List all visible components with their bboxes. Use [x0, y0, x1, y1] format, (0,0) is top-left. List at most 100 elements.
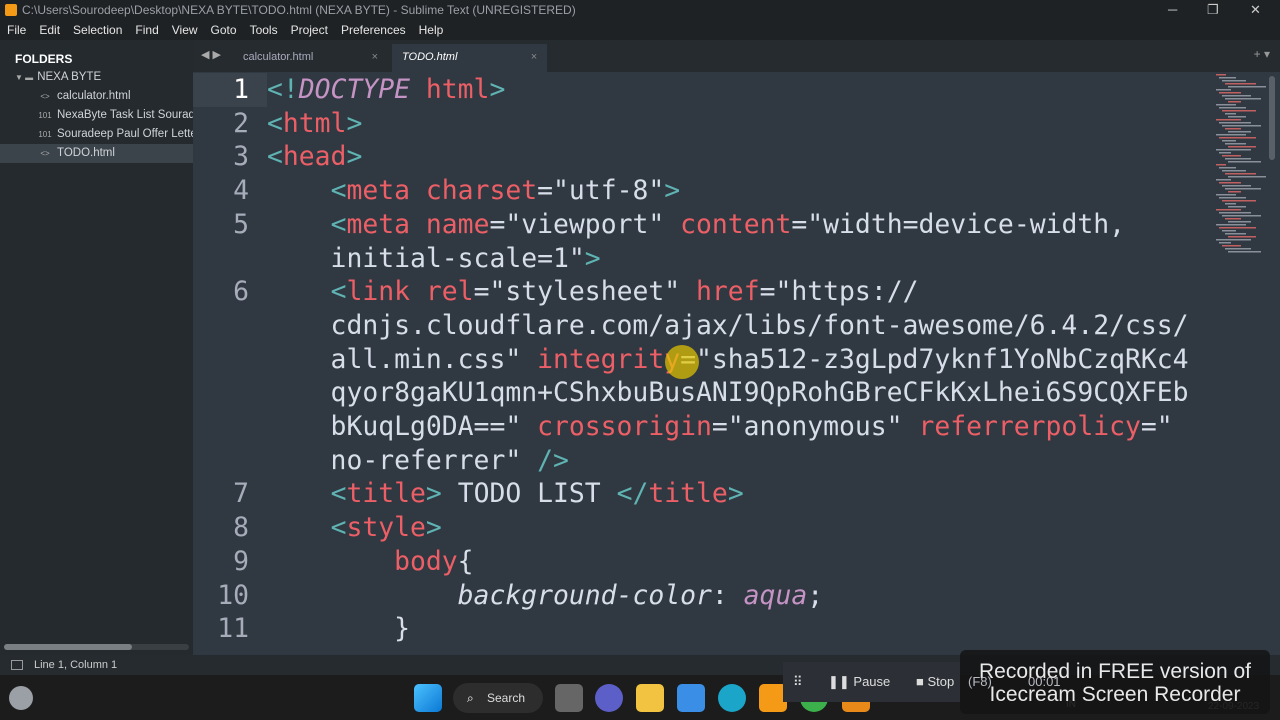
- folder-icon: ▼ ▬: [15, 73, 34, 82]
- line-number: [193, 444, 249, 478]
- code-token: ;: [807, 579, 824, 611]
- minimap[interactable]: [1210, 72, 1268, 262]
- weather-icon[interactable]: [9, 686, 33, 710]
- window-title: C:\Users\Sourodeep\Desktop\NEXA BYTE\TOD…: [22, 3, 576, 17]
- code-token: =: [759, 276, 776, 308]
- minimize-button[interactable]: ─: [1168, 0, 1177, 20]
- recorder-toolbar: ⠿ ❚❚ Pause ■ Stop (F8) 00:01: [783, 662, 1061, 702]
- teams-icon[interactable]: [595, 684, 623, 712]
- code-token: >: [727, 478, 744, 510]
- code-token: background-color: [457, 579, 712, 611]
- mouse-cursor-highlight: [665, 345, 699, 379]
- taskbar-search[interactable]: ⌕ Search: [453, 683, 543, 713]
- windows-start-icon[interactable]: [414, 684, 442, 712]
- code-line: cdnjs.cloudflare.com/ajax/libs/font-awes…: [267, 309, 1189, 343]
- line-number: [193, 343, 249, 377]
- minimap-line: [1222, 245, 1241, 247]
- sidebar-scrollbar[interactable]: [4, 644, 189, 650]
- sidebar-toggle-icon[interactable]: [11, 660, 23, 670]
- editor-scrollbar[interactable]: [1269, 76, 1275, 160]
- minimap-line: [1219, 122, 1251, 124]
- code-line: qyor8gaKU1qmn+CShxbuBusANI9QpRohGBreCFkK…: [267, 376, 1189, 410]
- file-label: TODO.html: [57, 147, 115, 159]
- code-token: "viewport": [505, 208, 681, 240]
- minimap-line: [1222, 170, 1246, 172]
- menu-file[interactable]: File: [7, 20, 26, 40]
- code-line: background-color: aqua;: [267, 579, 823, 613]
- minimap-line: [1222, 140, 1236, 142]
- tab-nav-arrows-icon[interactable]: ◀ ▶: [201, 48, 221, 61]
- file-item[interactable]: 101 NexaByte Task List Sourade: [0, 106, 193, 125]
- tab-menu-icons[interactable]: + ▾: [1254, 47, 1270, 61]
- line-number: 1: [193, 73, 267, 107]
- file-item[interactable]: <> calculator.html: [0, 87, 193, 106]
- close-tab-icon[interactable]: ×: [372, 44, 378, 70]
- menu-edit[interactable]: Edit: [39, 20, 60, 40]
- code-line: <html>: [267, 107, 362, 141]
- code-token: =: [473, 276, 490, 308]
- minimap-line: [1222, 200, 1256, 202]
- tab-calculator[interactable]: calculator.html ×: [233, 44, 388, 72]
- menu-find[interactable]: Find: [135, 20, 158, 40]
- file-item[interactable]: 101 Souradeep Paul Offer Lette: [0, 125, 193, 144]
- minimap-line: [1216, 104, 1236, 106]
- code-token: style: [346, 512, 426, 544]
- tab-todo[interactable]: TODO.html ×: [392, 44, 547, 72]
- recording-timer: 00:01: [1028, 674, 1061, 689]
- menu-help[interactable]: Help: [419, 20, 444, 40]
- code-token: "utf-8": [553, 175, 665, 207]
- search-icon: ⌕: [467, 691, 474, 705]
- code-token: "stylesheet": [489, 276, 697, 308]
- code-token: <: [267, 107, 283, 139]
- code-line: no-referrer" />: [267, 444, 569, 478]
- edge-icon[interactable]: [718, 684, 746, 712]
- code-token: </: [616, 478, 649, 510]
- minimap-line: [1225, 83, 1256, 85]
- line-number: 2: [233, 107, 249, 139]
- minimap-line: [1219, 242, 1231, 244]
- drag-handle-icon[interactable]: ⠿: [793, 662, 803, 702]
- folder-nexa-byte[interactable]: ▼ ▬ NEXA BYTE: [0, 68, 193, 87]
- code-token: />: [537, 444, 569, 476]
- minimap-line: [1228, 176, 1266, 178]
- menu-view[interactable]: View: [172, 20, 198, 40]
- pause-button[interactable]: ❚❚ Pause: [828, 662, 890, 702]
- code-token: <: [330, 208, 347, 240]
- code-token: title: [648, 478, 728, 510]
- code-token: rel: [425, 276, 474, 308]
- code-file-icon: <>: [40, 149, 50, 158]
- code-token: }: [394, 613, 410, 645]
- menu-project[interactable]: Project: [291, 20, 328, 40]
- code-line: <title> TODO LIST </title>: [267, 477, 744, 511]
- menu-goto[interactable]: Goto: [211, 20, 237, 40]
- file-explorer-icon[interactable]: [636, 684, 664, 712]
- code-token: =: [1140, 411, 1157, 442]
- minimap-line: [1222, 125, 1261, 127]
- minimap-line: [1228, 116, 1246, 118]
- store-icon[interactable]: [677, 684, 705, 712]
- minimap-line: [1219, 182, 1241, 184]
- code-token: href: [696, 276, 760, 308]
- minimap-line: [1219, 107, 1246, 109]
- menu-selection[interactable]: Selection: [73, 20, 122, 40]
- task-view-icon[interactable]: [555, 684, 583, 712]
- code-editor[interactable]: 1 <!DOCTYPE html> 2 <html> 3 <head> 4 <meta ch…: [193, 72, 1208, 655]
- stop-button[interactable]: ■ Stop: [916, 662, 954, 702]
- close-button[interactable]: ✕: [1250, 0, 1261, 20]
- file-item-selected[interactable]: <> TODO.html: [0, 144, 193, 163]
- cursor-position: Line 1, Column 1: [34, 659, 118, 671]
- title-bar: C:\Users\Sourodeep\Desktop\NEXA BYTE\TOD…: [0, 0, 1280, 20]
- close-tab-icon[interactable]: ×: [531, 44, 537, 70]
- line-number: 5: [233, 208, 249, 240]
- code-token: <: [330, 276, 347, 308]
- code-token: meta: [346, 208, 426, 240]
- menu-preferences[interactable]: Preferences: [341, 20, 406, 40]
- maximize-button[interactable]: ❐: [1207, 0, 1219, 20]
- menu-tools[interactable]: Tools: [250, 20, 278, 40]
- minimap-line: [1222, 80, 1246, 82]
- minimap-line: [1216, 164, 1226, 166]
- minimap-line: [1225, 173, 1256, 175]
- minimap-line: [1228, 236, 1256, 238]
- minimap-line: [1225, 98, 1261, 100]
